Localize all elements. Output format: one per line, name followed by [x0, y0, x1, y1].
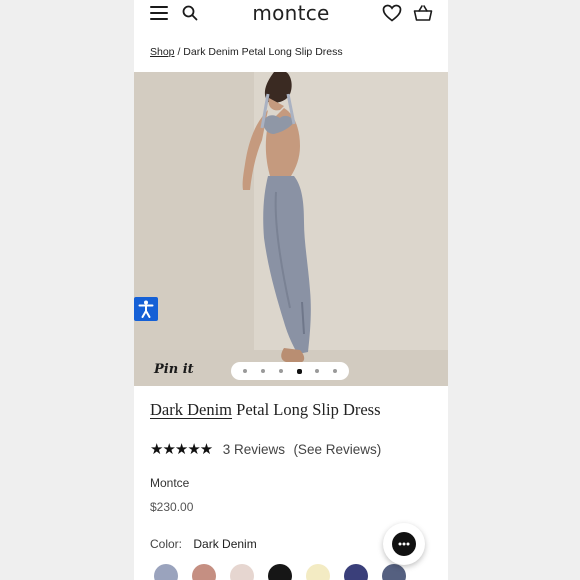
basket-icon[interactable] — [413, 4, 433, 22]
product-rating: ★★★★★ 3 Reviews (See Reviews) — [150, 440, 381, 458]
color-label: Color: — [150, 537, 183, 551]
color-swatch-6[interactable] — [344, 564, 368, 580]
product-title-color-link[interactable]: Dark Denim — [150, 400, 232, 419]
color-swatch-4[interactable] — [268, 564, 292, 580]
breadcrumb-shop-link[interactable]: Shop — [150, 46, 175, 58]
breadcrumb: Shop / Dark Denim Petal Long Slip Dress — [150, 46, 343, 58]
product-image-gallery[interactable]: Pin it — [134, 72, 448, 386]
product-vendor: Montce — [150, 476, 190, 490]
gallery-pagination — [231, 362, 349, 380]
pin-it-button[interactable]: Pin it — [154, 362, 194, 377]
color-swatch-2[interactable] — [192, 564, 216, 580]
gallery-dot-3[interactable] — [279, 369, 283, 373]
product-title-name: Petal Long Slip Dress — [236, 400, 381, 419]
color-swatch-7[interactable] — [382, 564, 406, 580]
color-swatch-3[interactable] — [230, 564, 254, 580]
color-swatch-5[interactable] — [306, 564, 330, 580]
gallery-dot-5[interactable] — [315, 369, 319, 373]
product-price: $230.00 — [150, 500, 194, 514]
color-swatch-1[interactable] — [154, 564, 178, 580]
heart-icon[interactable] — [382, 4, 402, 22]
selected-color-value: Dark Denim — [193, 537, 257, 551]
accessibility-button[interactable] — [134, 297, 158, 321]
top-navigation: montce — [134, 0, 448, 30]
chat-launcher-button[interactable] — [383, 523, 425, 565]
breadcrumb-current: Dark Denim Petal Long Slip Dress — [183, 46, 343, 58]
product-page: montce Shop / Dark Denim Petal Long Slip… — [134, 0, 448, 580]
product-photo — [134, 72, 448, 386]
rating-stars-icon[interactable]: ★★★★★ — [150, 440, 213, 458]
review-count[interactable]: 3 Reviews — [223, 442, 285, 457]
gallery-dot-1[interactable] — [243, 369, 247, 373]
chat-icon — [392, 532, 416, 556]
see-reviews-link[interactable]: (See Reviews) — [293, 442, 381, 457]
gallery-dot-6[interactable] — [333, 369, 337, 373]
gallery-dot-4-active[interactable] — [297, 368, 302, 374]
breadcrumb-separator: / — [177, 46, 181, 58]
product-title: Dark Denim Petal Long Slip Dress — [150, 400, 381, 420]
accessibility-icon — [138, 300, 154, 318]
color-selector-label: Color: Dark Denim — [150, 537, 257, 551]
gallery-dot-2[interactable] — [261, 369, 265, 373]
